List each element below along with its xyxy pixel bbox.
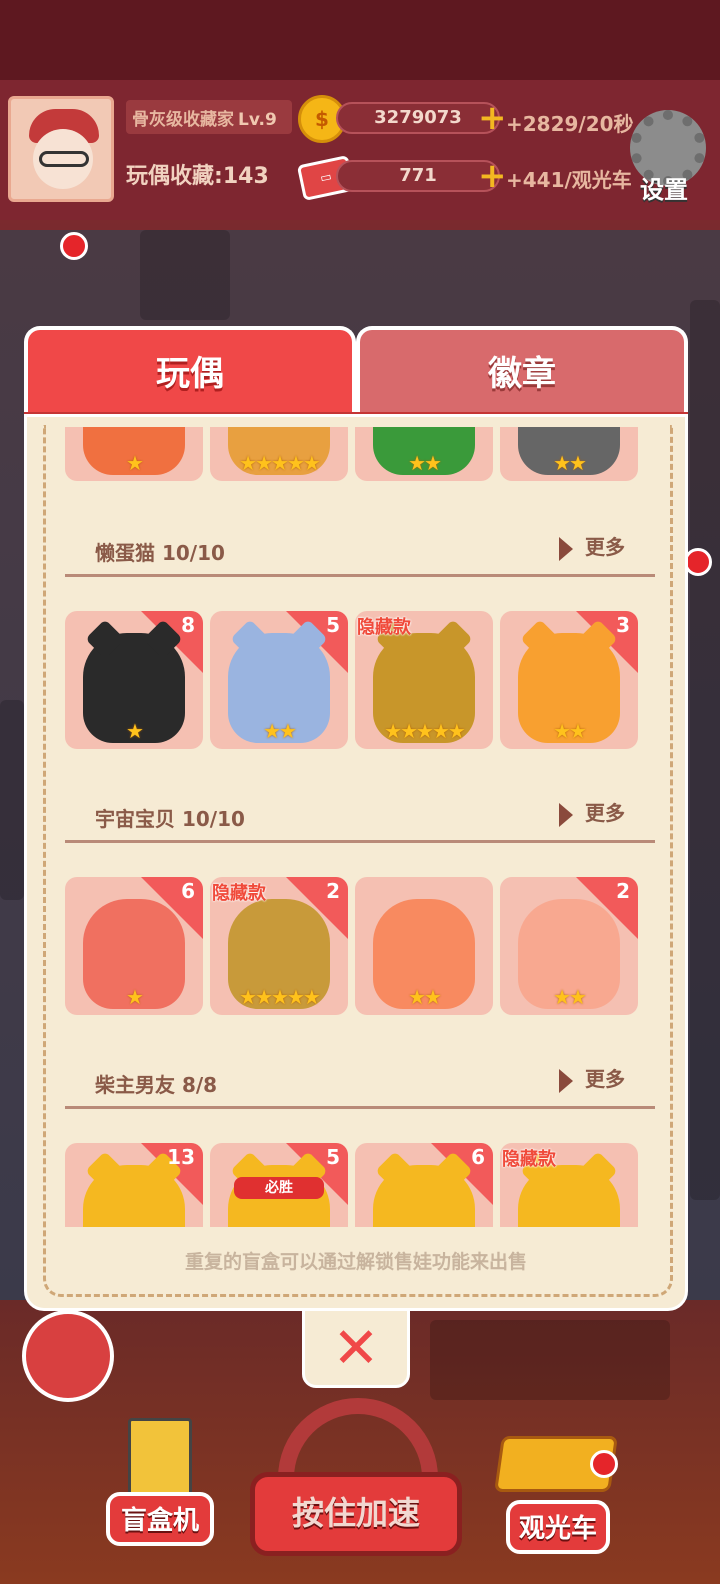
background-decor	[430, 1320, 670, 1400]
doll-card[interactable]: 5 ★★	[210, 611, 348, 749]
rarity-stars: ★★	[553, 719, 587, 743]
doll-count: 2	[326, 879, 340, 903]
coin-balance: 3279073	[336, 102, 500, 134]
tab-badges[interactable]: 徽章	[356, 326, 688, 414]
notification-dot-icon	[60, 232, 88, 260]
more-button[interactable]: 更多	[559, 797, 625, 827]
more-label: 更多	[585, 1067, 625, 1091]
doll-count: 5	[326, 1145, 340, 1169]
rarity-stars: ★	[126, 451, 144, 475]
close-button[interactable]: ✕	[302, 1308, 410, 1388]
collection-count: 143	[222, 164, 269, 189]
more-label: 更多	[585, 801, 625, 825]
rarity-stars: ★★★★★	[384, 719, 466, 743]
player-level: Lv.9	[238, 110, 277, 130]
rarity-stars: ★	[126, 719, 144, 743]
play-arrow-icon	[559, 1068, 573, 1093]
rarity-stars: ★★★★★	[239, 985, 321, 1009]
player-title: 骨灰级收藏家	[132, 110, 234, 130]
doll-count: 6	[181, 879, 195, 903]
doll-card[interactable]: 2 ★★	[500, 877, 638, 1015]
doll-card[interactable]: 8 ★	[65, 611, 203, 749]
doll-card[interactable]: ★★	[355, 427, 493, 481]
doll-card[interactable]: ★★	[355, 877, 493, 1015]
collection-list[interactable]: ★ ★★★★★ ★★ ★★ 懒蛋猫 10/10 更多 8 ★ 5 ★★ 隐藏款 ★★★…	[65, 427, 655, 1227]
background-decor	[140, 230, 230, 320]
rarity-stars: ★★★★★	[239, 451, 321, 475]
doll-card[interactable]: ★	[65, 427, 203, 481]
player-avatar[interactable]	[8, 96, 114, 202]
doll-count: 8	[181, 613, 195, 637]
doll-card[interactable]: 5 必胜	[210, 1143, 348, 1227]
footer-hint: 重复的盲盒可以通过解锁售娃功能来出售	[184, 1251, 527, 1273]
add-coins-button[interactable]: +	[478, 101, 507, 135]
background-decor	[0, 700, 24, 900]
ticket-rate: +441/观光车	[506, 168, 632, 192]
doll-count: 6	[471, 1145, 485, 1169]
more-label: 更多	[585, 535, 625, 559]
series-title: 懒蛋猫 10/10	[95, 541, 225, 565]
series-title: 柴主男友 8/8	[95, 1073, 218, 1097]
add-tickets-button[interactable]: +	[478, 159, 507, 193]
panel-content: ★ ★★★★★ ★★ ★★ 懒蛋猫 10/10 更多 8 ★ 5 ★★ 隐藏款 ★★★…	[24, 414, 688, 1311]
hold-to-speed-up-button[interactable]: 按住加速	[250, 1472, 462, 1556]
hidden-edition-tag: 隐藏款	[357, 617, 411, 638]
doll-count: 3	[616, 613, 630, 637]
doll-count: 13	[167, 1145, 195, 1169]
doll-row: 13 5 必胜 6 隐藏款	[65, 1143, 655, 1227]
ticket-balance: 771	[336, 160, 500, 192]
doll-card[interactable]: ★★	[500, 427, 638, 481]
collection-panel: 玩偶 徽章 ★ ★★★★★ ★★ ★★ 懒蛋猫 10/10 更多 8 ★ 5 ★★ …	[24, 326, 694, 1311]
notification-dot-icon	[590, 1450, 618, 1478]
play-arrow-icon	[559, 802, 573, 827]
doll-card[interactable]: 6 ★	[65, 877, 203, 1015]
settings-button[interactable]: 设置	[640, 170, 688, 205]
play-arrow-icon	[559, 536, 573, 561]
doll-row: 6 ★ 隐藏款 2 ★★★★★ ★★ 2 ★★	[65, 877, 655, 1017]
doll-count: 5	[326, 613, 340, 637]
background-decor	[690, 300, 720, 1200]
series-header: 懒蛋猫 10/10 更多	[65, 511, 655, 577]
ticket-shop-icon[interactable]	[22, 1310, 114, 1402]
rarity-stars: ★★	[408, 451, 442, 475]
doll-card[interactable]: 隐藏款	[500, 1143, 638, 1227]
series-header: 宇宙宝贝 10/10 更多	[65, 777, 655, 843]
more-button[interactable]: 更多	[559, 1063, 625, 1093]
rarity-stars: ★★	[553, 985, 587, 1009]
series-header: 柴主男友 8/8 更多	[65, 1043, 655, 1109]
player-title-badge: 骨灰级收藏家 Lv.9	[126, 100, 292, 134]
collection-counter: 玩偶收藏:143	[126, 164, 269, 189]
rarity-stars: ★★	[408, 985, 442, 1009]
coin-rate: +2829/20秒	[506, 112, 634, 136]
doll-card[interactable]: 6	[355, 1143, 493, 1227]
rarity-stars: ★★	[553, 451, 587, 475]
rarity-stars: ★★	[263, 719, 297, 743]
tab-dolls[interactable]: 玩偶	[24, 326, 356, 414]
doll-card[interactable]: 13	[65, 1143, 203, 1227]
hidden-edition-tag: 隐藏款	[502, 1149, 556, 1170]
doll-card[interactable]: ★★★★★	[210, 427, 348, 481]
more-button[interactable]: 更多	[559, 531, 625, 561]
doll-row: 8 ★ 5 ★★ 隐藏款 ★★★★★ 3 ★★	[65, 611, 655, 751]
doll-card[interactable]: 隐藏款 ★★★★★	[355, 611, 493, 749]
series-title: 宇宙宝贝 10/10	[95, 807, 245, 831]
doll-row: ★ ★★★★★ ★★ ★★	[65, 427, 655, 483]
doll-card[interactable]: 隐藏款 2 ★★★★★	[210, 877, 348, 1015]
collection-label: 玩偶收藏	[126, 164, 215, 189]
rarity-stars: ★	[126, 985, 144, 1009]
tour-bus-button[interactable]: 观光车	[506, 1500, 610, 1554]
headband-label: 必胜	[234, 1177, 324, 1199]
hidden-edition-tag: 隐藏款	[212, 883, 266, 904]
doll-card[interactable]: 3 ★★	[500, 611, 638, 749]
doll-count: 2	[616, 879, 630, 903]
blind-box-button[interactable]: 盲盒机	[106, 1492, 214, 1546]
